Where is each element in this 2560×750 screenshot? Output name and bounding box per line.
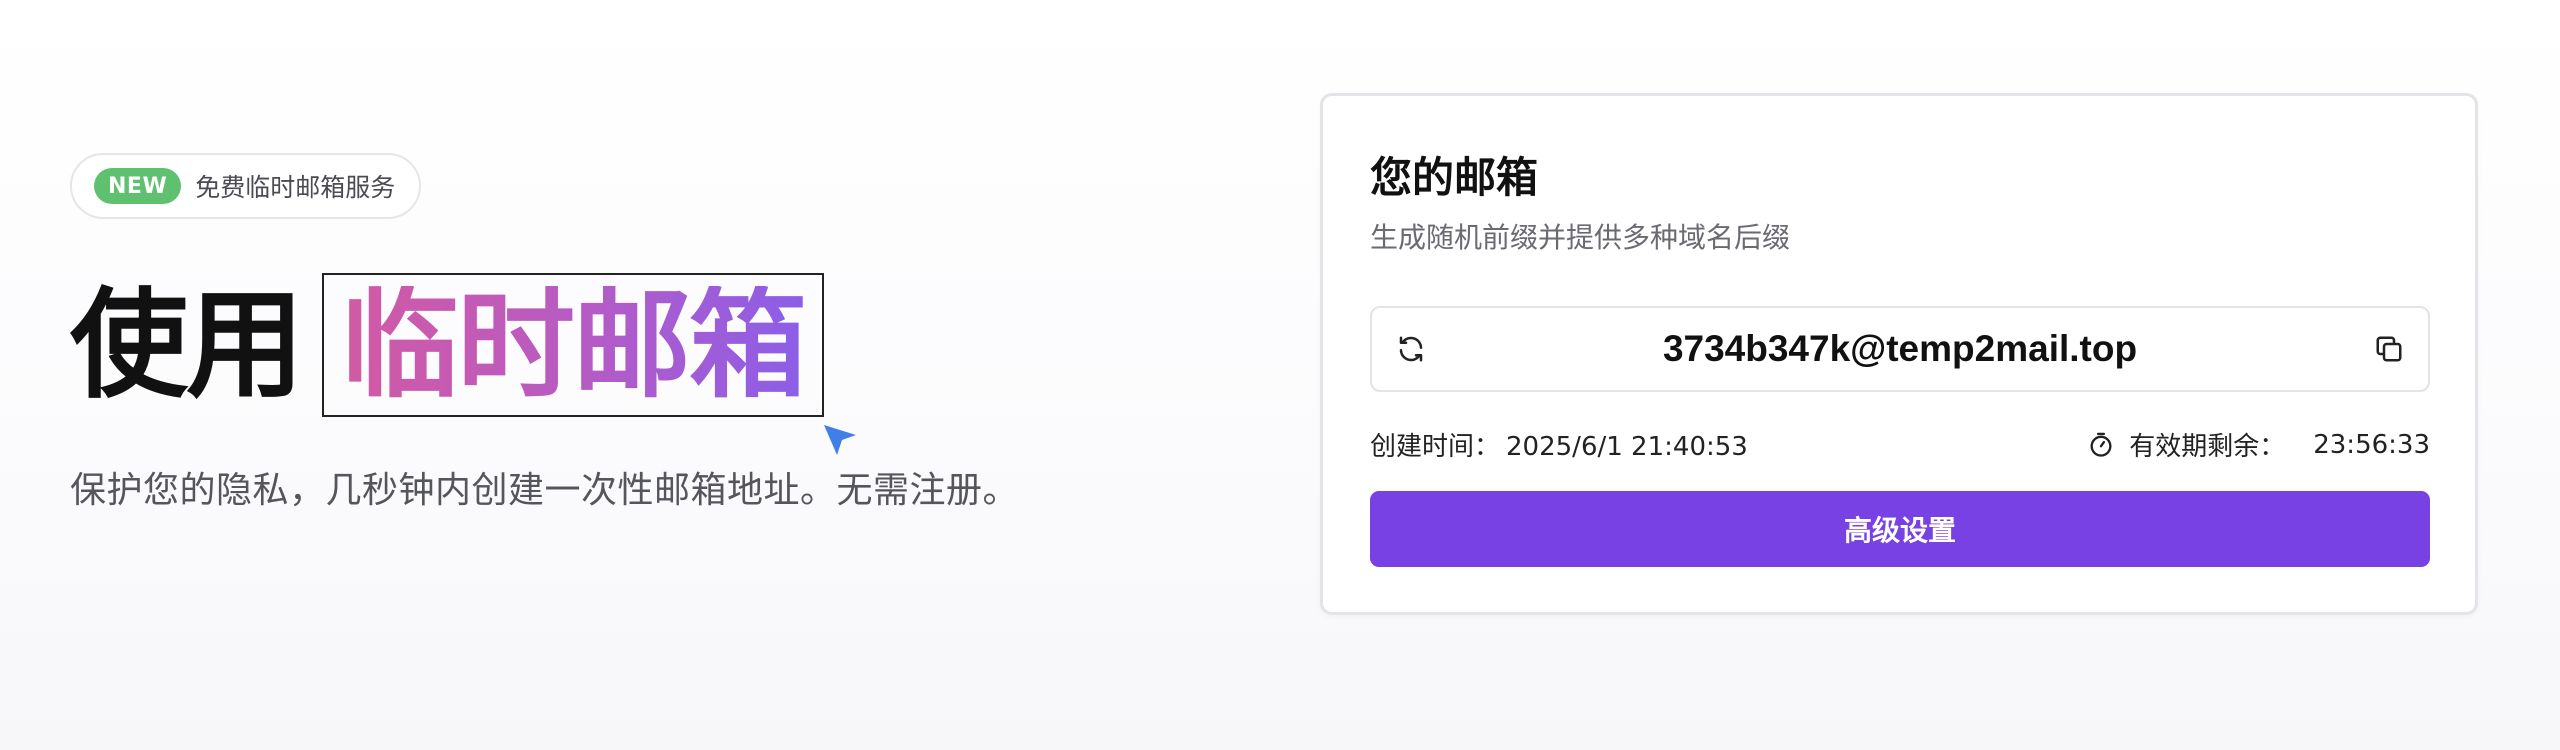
title-highlight-text: 临时邮箱 bbox=[341, 276, 807, 414]
cursor-arrow-icon bbox=[824, 425, 856, 455]
timer-icon bbox=[2090, 432, 2112, 457]
hero-subtitle: 保护您的隐私，几秒钟内创建一次性邮箱地址。无需注册。 bbox=[70, 470, 1020, 511]
advanced-settings-button[interactable]: 高级设置 bbox=[1370, 491, 2430, 567]
remaining-value: 23:56:33 bbox=[2313, 429, 2430, 460]
remaining-label: 有效期剩余： bbox=[2129, 432, 2286, 462]
hero-section: NEW 免费临时邮箱服务 使用 临时邮箱 保护您的隐私，几秒钟内创建一次性邮箱地… bbox=[70, 153, 1270, 511]
created-time: 创建时间： 2025/6/1 21:40:53 bbox=[1370, 426, 1748, 463]
title-plain-text: 使用 bbox=[70, 276, 304, 414]
created-label: 创建时间： bbox=[1370, 432, 1501, 462]
mailbox-card: 您的邮箱 生成随机前缀并提供多种域名后缀 3734b347k@temp2mail… bbox=[1320, 93, 2478, 615]
new-service-badge: NEW 免费临时邮箱服务 bbox=[70, 153, 422, 219]
mailbox-title: 您的邮箱 bbox=[1370, 153, 1539, 202]
badge-text: 免费临时邮箱服务 bbox=[195, 173, 396, 202]
title-highlight-box: 临时邮箱 bbox=[322, 273, 825, 417]
mailbox-meta: 创建时间： 2025/6/1 21:40:53 有效期剩余： 23:56:33 bbox=[1370, 426, 2430, 466]
email-display: 3734b347k@temp2mail.top bbox=[1370, 306, 2430, 392]
copy-icon[interactable] bbox=[2374, 334, 2404, 364]
refresh-icon[interactable] bbox=[1396, 334, 1426, 364]
created-value: 2025/6/1 21:40:53 bbox=[1506, 432, 1748, 462]
remaining-time: 有效期剩余： 23:56:33 bbox=[2087, 426, 2430, 463]
email-address[interactable]: 3734b347k@temp2mail.top bbox=[1452, 308, 2348, 390]
mailbox-description: 生成随机前缀并提供多种域名后缀 bbox=[1370, 221, 1791, 254]
page-title: 使用 临时邮箱 bbox=[70, 271, 825, 419]
badge-new-tag: NEW bbox=[94, 168, 182, 204]
